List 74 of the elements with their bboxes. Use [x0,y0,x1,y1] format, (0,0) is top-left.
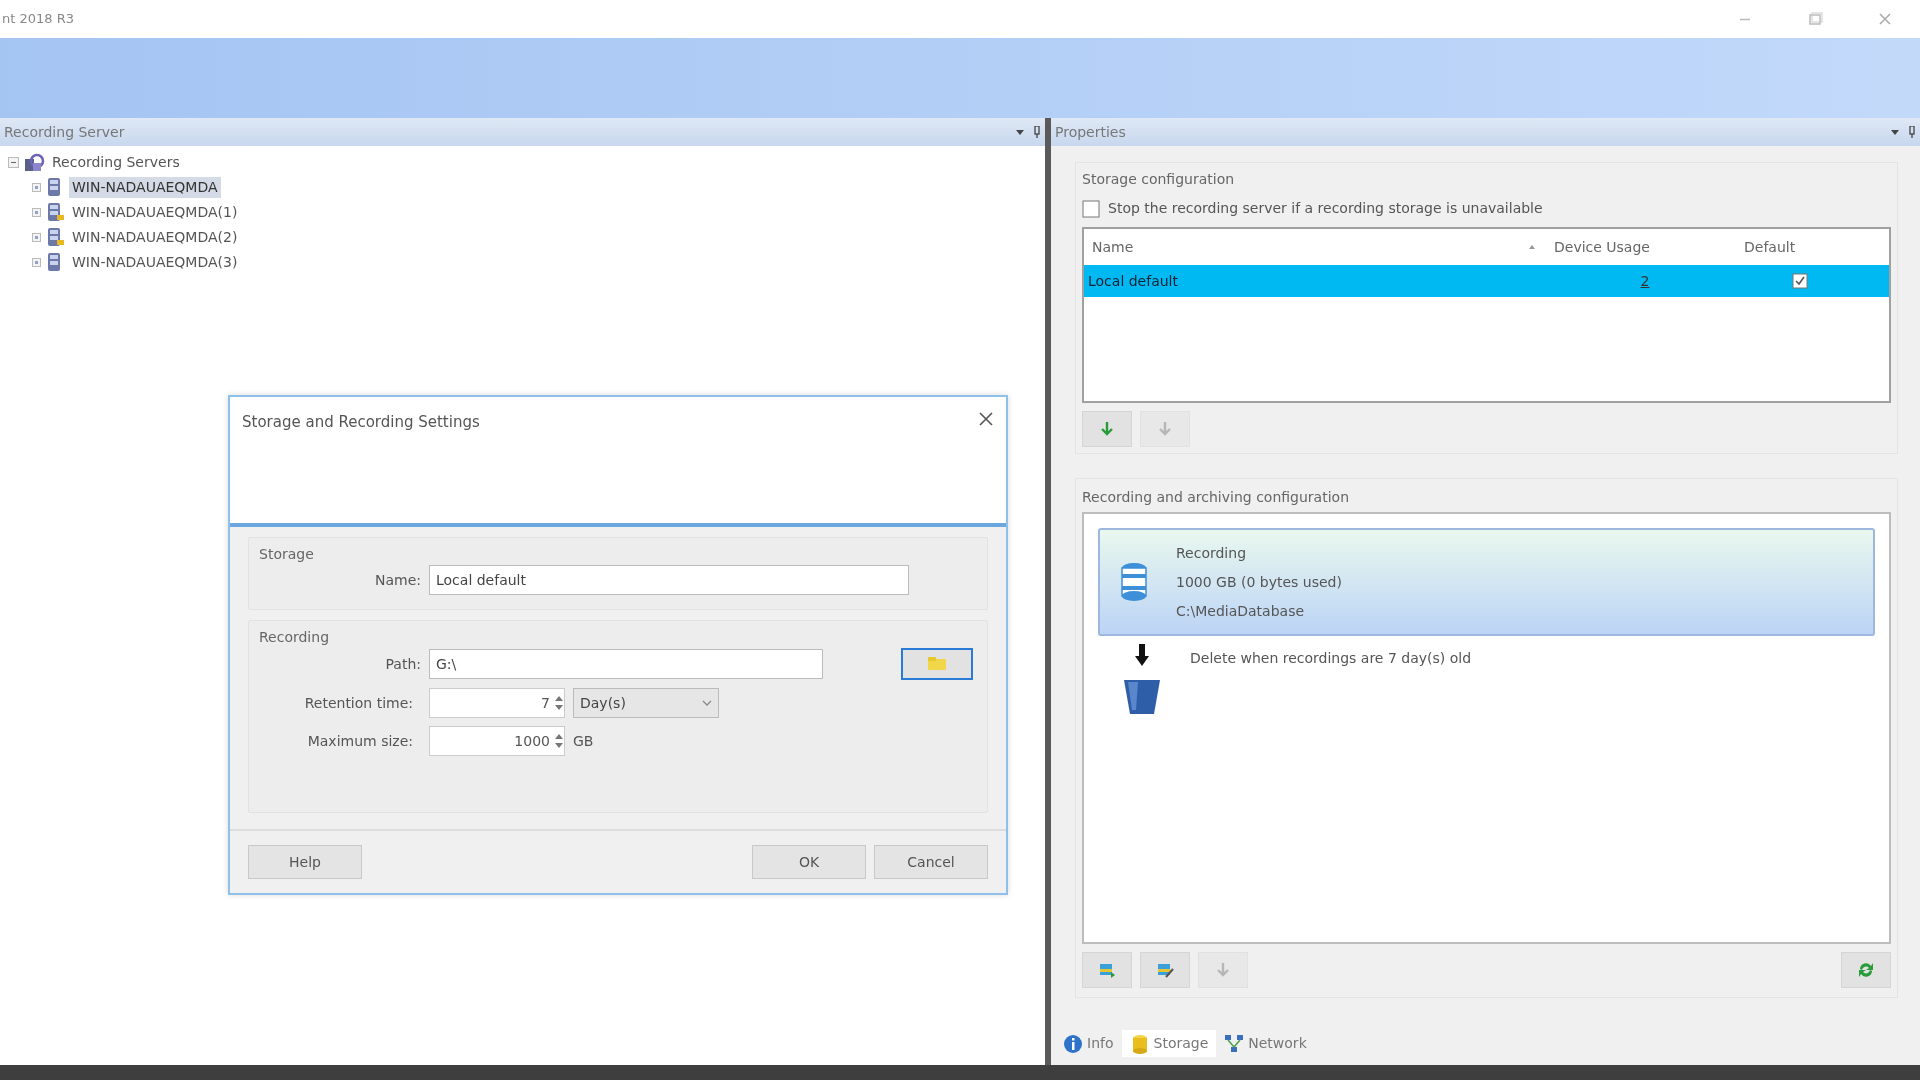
database-icon [1120,562,1148,602]
close-button[interactable] [978,411,994,427]
path-field[interactable]: G:\ [429,649,823,679]
expand-icon[interactable] [32,258,41,267]
down-arrow-icon [1156,420,1174,438]
chevron-down-icon [702,700,712,706]
name-field[interactable]: Local default [429,565,909,595]
down-arrow-icon [1135,644,1149,668]
rule-text: Delete when recordings are 7 day(s) old [1190,649,1472,668]
window-title: nt 2018 R3 [1,10,74,29]
field-label: Retention time: [303,693,414,713]
column-header[interactable]: Default [1736,236,1856,258]
dropdown-icon[interactable] [1890,128,1900,136]
table-cell-text: Local default [1087,271,1179,291]
expand-icon[interactable] [32,208,41,217]
minimize-icon [1739,17,1751,21]
card-title: Recording [1176,543,1248,563]
cancel-button[interactable]: Cancel [874,845,988,879]
tree-item[interactable]: WIN-NADAUAEQMDA(2) [69,227,241,248]
browse-button[interactable] [901,648,973,680]
edit-button[interactable] [1140,952,1190,988]
table-row[interactable]: Local default 2 [1084,265,1889,297]
add-button[interactable] [1082,411,1132,447]
group-label: Storage configuration [1082,170,1236,189]
checkbox-label: Stop the recording server if a recording storage is unavailable [1108,199,1543,218]
info-icon [1063,1033,1083,1054]
field-label: Path: [384,654,422,674]
database-icon [1098,961,1116,979]
restore-icon [1806,11,1824,27]
down-arrow-icon [1214,961,1232,979]
network-icon [1224,1033,1245,1054]
size-spinbox[interactable]: 1000 [429,726,565,756]
refresh-icon [1856,960,1876,980]
group-label: Storage [259,545,315,564]
folder-icon [927,657,947,671]
pin-icon[interactable] [1908,126,1916,138]
help-button[interactable]: Help [248,845,362,879]
tree-item[interactable]: WIN-NADAUAEQMDA [69,177,221,198]
tree-item[interactable]: WIN-NADAUAEQMDA(3) [69,252,241,273]
tab[interactable]: Storage [1121,1030,1217,1057]
path-text: C:\MediaDatabase [1176,601,1306,621]
tree-item[interactable]: Recording Servers [49,152,183,173]
checkbox[interactable] [1082,199,1100,218]
collapse-icon[interactable] [8,157,19,168]
recording-card[interactable]: Recording 1000 GB (0 bytes used) C:\MediaDatabase [1098,528,1875,636]
pin-icon[interactable] [1033,126,1041,138]
storage-size-text: 1000 GB (0 bytes used) [1176,572,1342,592]
table-cell-text: 2 [1639,271,1651,291]
down-arrow-icon [1098,420,1116,438]
sort-icon [1528,244,1536,250]
tab[interactable]: Info [1055,1030,1122,1057]
retention-spinbox[interactable]: 7 [429,688,565,718]
ok-button[interactable]: OK [752,845,866,879]
close-icon [978,411,994,427]
checkbox-checked[interactable] [1792,273,1808,289]
dialog-title: Storage and Recording Settings [242,412,480,433]
pane-title: Recording Server [4,122,125,142]
group-label: Recording and archiving configuration [1082,488,1350,507]
pane-title: Properties [1055,122,1126,142]
unit-dropdown[interactable]: Day(s) [573,688,719,718]
tab[interactable]: Network [1216,1030,1315,1057]
close-icon [1876,11,1894,27]
expand-icon[interactable] [32,233,41,242]
field-label: Name: [373,570,422,590]
edit-icon [1156,961,1174,979]
field-label: Maximum size: [306,731,414,751]
refresh-button[interactable] [1841,952,1891,988]
server-group-icon [23,152,45,173]
add-button[interactable] [1082,952,1132,988]
expand-icon[interactable] [32,183,41,192]
dropdown-icon[interactable] [1015,128,1025,136]
unit-label: GB [573,731,594,751]
group-label: Recording [259,628,331,647]
tree-item[interactable]: WIN-NADAUAEQMDA(1) [69,202,241,223]
